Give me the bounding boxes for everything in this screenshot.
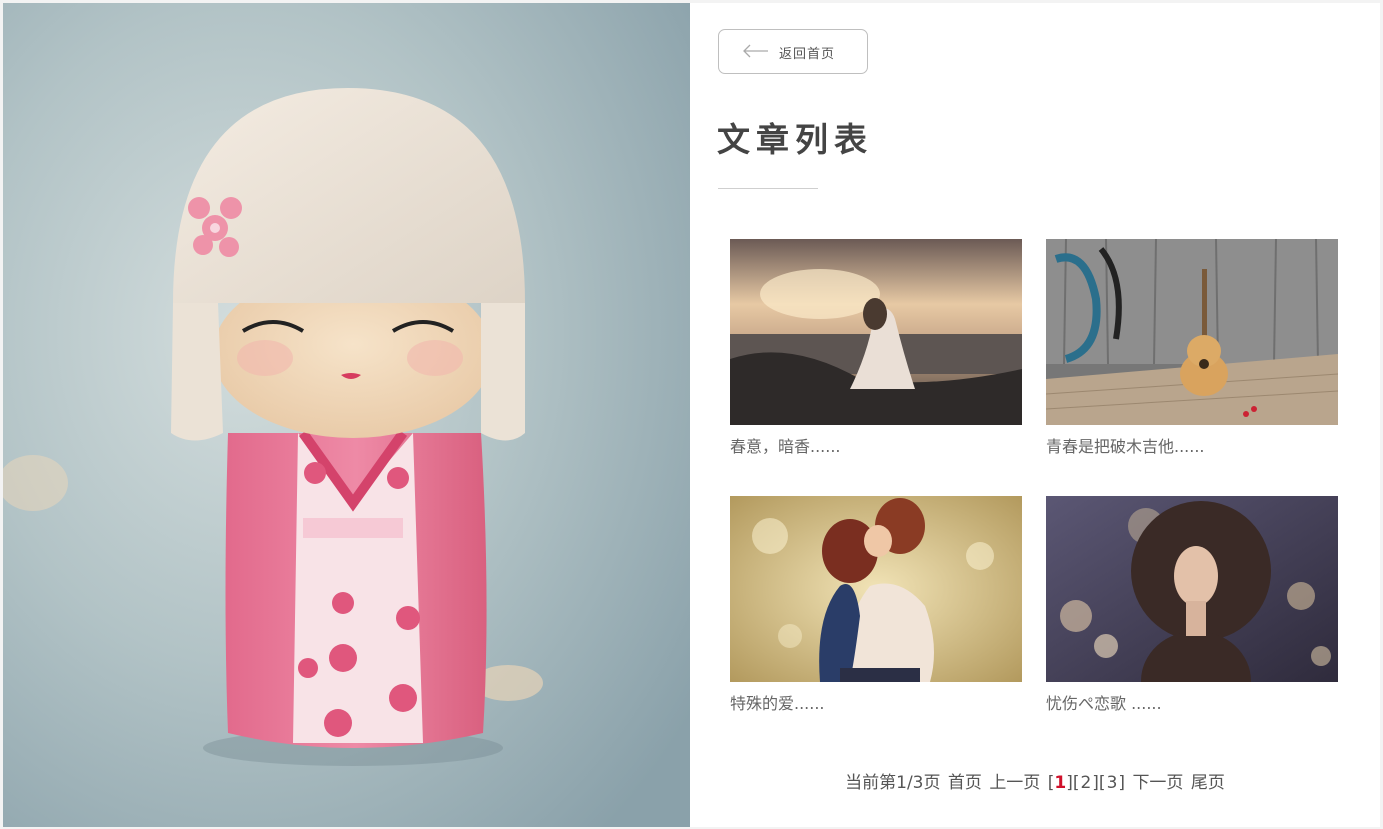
page-number-link[interactable]: 3 (1107, 773, 1118, 793)
article-title[interactable]: 青春是把破木吉他...... (1046, 433, 1338, 457)
article-card[interactable]: 青春是把破木吉他...... (1046, 239, 1338, 457)
back-home-label: 返回首页 (779, 47, 836, 62)
first-page-link[interactable]: 首页 (948, 773, 982, 793)
back-home-button[interactable]: 返回首页 (718, 29, 868, 74)
next-page-link[interactable]: 下一页 (1132, 773, 1183, 793)
article-thumbnail-curly-hair-woman[interactable] (1046, 496, 1338, 682)
article-thumbnail-sunset-girl[interactable] (730, 239, 1022, 425)
pagination: 当前第1/3页 首页 上一页 [1][2][3] 下一页 尾页 (690, 768, 1380, 793)
article-card[interactable]: 特殊的爱...... (730, 496, 1022, 714)
page-numbers: [1][2][3] (1047, 773, 1126, 793)
page-status: 当前第1/3页 (845, 773, 941, 793)
title-divider (718, 188, 818, 189)
page-title: 文章列表 (717, 120, 873, 159)
kokeshi-doll-illustration (3, 3, 690, 827)
article-card[interactable]: 春意，暗香...... (730, 239, 1022, 457)
arrow-left-icon (741, 43, 769, 63)
page-number-link[interactable]: 2 (1080, 773, 1091, 793)
prev-page-link[interactable]: 上一页 (989, 773, 1040, 793)
last-page-link[interactable]: 尾页 (1191, 773, 1225, 793)
article-title[interactable]: 特殊的爱...... (730, 690, 1022, 714)
hero-image (3, 3, 690, 827)
article-thumbnail-couple[interactable] (730, 496, 1022, 682)
article-list-panel: 返回首页 文章列表 春意，暗香...... 青春是把破木吉他...... 特殊的… (690, 3, 1380, 827)
article-card[interactable]: 忧伤ぺ恋歌 ...... (1046, 496, 1338, 714)
article-title[interactable]: 忧伤ぺ恋歌 ...... (1046, 690, 1338, 714)
article-title[interactable]: 春意，暗香...... (730, 433, 1022, 457)
article-thumbnail-guitar[interactable] (1046, 239, 1338, 425)
page-number-current[interactable]: 1 (1054, 773, 1066, 793)
